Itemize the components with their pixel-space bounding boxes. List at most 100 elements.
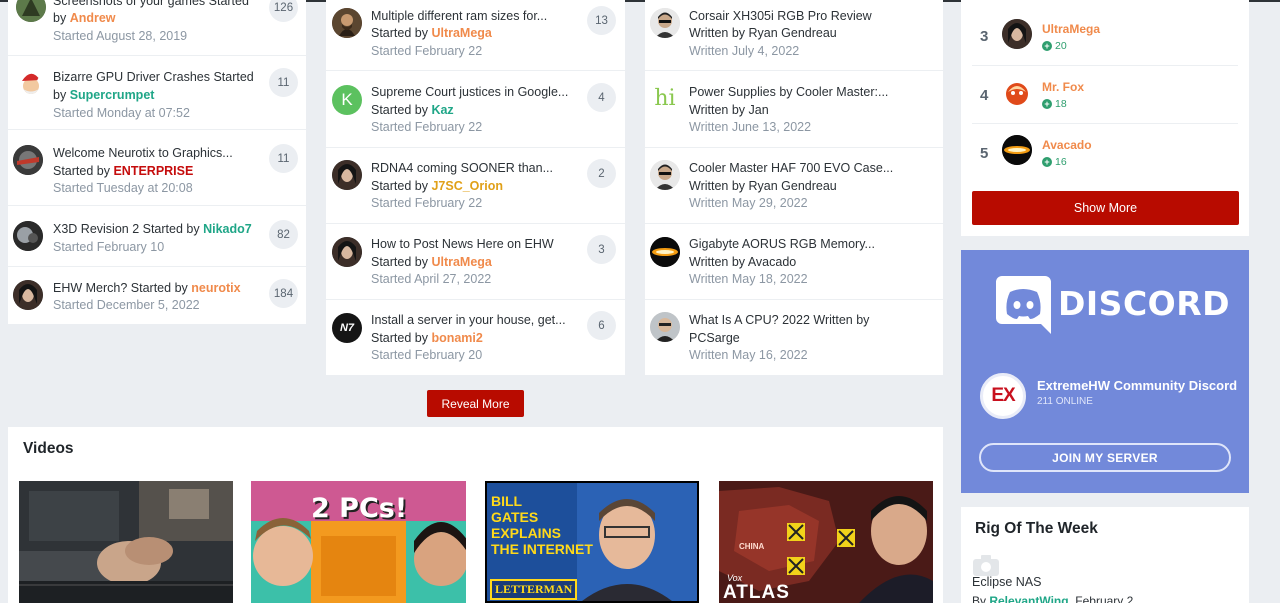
avatar[interactable] xyxy=(332,160,362,190)
article-date: Written July 4, 2022 xyxy=(689,44,800,58)
topic-row[interactable]: Bizarre GPU Driver Crashes Started by Su… xyxy=(8,55,306,129)
videos-title: Videos xyxy=(23,440,74,457)
topic-row[interactable]: RDNA4 coming SOONER than... Started by J… xyxy=(326,147,625,223)
topic-row[interactable]: Multiple different ram sizes for... Star… xyxy=(326,0,625,70)
article-title[interactable]: Cooler Master HAF 700 EVO Case... xyxy=(689,161,893,176)
article-date: Written May 18, 2022 xyxy=(689,272,808,286)
server-name: ExtremeHW Community Discord xyxy=(1037,378,1238,393)
video-thumbnail[interactable]: 2 PCs! xyxy=(251,481,466,603)
avatar[interactable] xyxy=(650,8,680,38)
author-link[interactable]: neurotix xyxy=(191,281,240,295)
topic-row[interactable]: X3D Revision 2 Started by Nikado7 Starte… xyxy=(8,205,306,266)
avatar[interactable] xyxy=(13,221,43,251)
author-link[interactable]: J7SC_Orion xyxy=(431,179,503,193)
topic-title[interactable]: Supreme Court justices in Google... xyxy=(371,85,568,100)
leader-row[interactable]: 5 Avacado +16 xyxy=(972,124,1238,180)
leader-row[interactable]: 4 Mr. Fox +18 xyxy=(972,66,1238,124)
topic-title[interactable]: RDNA4 coming SOONER than... xyxy=(371,161,553,176)
avatar[interactable] xyxy=(13,280,43,310)
author-link[interactable]: ENTERPRISE xyxy=(113,164,193,178)
topic-title[interactable]: Screenshots of your games Started xyxy=(53,0,249,9)
avatar[interactable] xyxy=(1002,78,1032,108)
avatar[interactable] xyxy=(16,69,46,99)
article-date: Written June 13, 2022 xyxy=(689,120,812,134)
topic-date: Started February 22 xyxy=(371,196,483,210)
article-title[interactable]: What Is A CPU? 2022 Written by xyxy=(689,313,869,328)
video-overlay-text: 2 PCs! xyxy=(311,493,408,524)
topic-row[interactable]: N7 Install a server in your house, get..… xyxy=(326,299,625,375)
left-topics-panel: Screenshots of your games Started by And… xyxy=(8,0,306,324)
online-count: 211 ONLINE xyxy=(1037,396,1093,407)
avatar[interactable]: N7 xyxy=(332,313,362,343)
topic-date: Started August 28, 2019 xyxy=(53,29,188,43)
video-thumbnail[interactable] xyxy=(19,481,233,603)
author-link[interactable]: bonami2 xyxy=(431,331,482,345)
leader-row[interactable]: 3 UltraMega +20 xyxy=(972,0,1238,66)
topic-title[interactable]: Welcome Neurotix to Graphics... xyxy=(53,146,233,161)
leader-reputation: +20 xyxy=(1042,40,1067,52)
avatar[interactable] xyxy=(16,0,46,22)
plus-icon: + xyxy=(1042,99,1052,109)
topic-author-line: Started by UltraMega xyxy=(371,255,492,269)
topic-title[interactable]: Multiple different ram sizes for... xyxy=(371,9,547,24)
leader-name[interactable]: Avacado xyxy=(1042,138,1092,152)
camera-icon xyxy=(973,554,999,576)
author-link[interactable]: RelevantWing xyxy=(989,594,1068,603)
article-row[interactable]: Gigabyte AORUS RGB Memory... Written by … xyxy=(645,223,943,299)
topic-title[interactable]: Install a server in your house, get... xyxy=(371,313,566,328)
avatar[interactable] xyxy=(332,237,362,267)
leader-reputation: +16 xyxy=(1042,156,1067,168)
server-icon[interactable]: EX xyxy=(980,373,1026,419)
leader-name[interactable]: UltraMega xyxy=(1042,22,1100,36)
topic-row[interactable]: EHW Merch? Started by neurotix Started D… xyxy=(8,266,306,324)
topic-author-line: X3D Revision 2 Started by Nikado7 xyxy=(53,222,252,237)
topic-title[interactable]: EHW Merch? Started by xyxy=(53,281,191,295)
author-link[interactable]: Nikado7 xyxy=(203,222,252,236)
article-title[interactable]: Corsair XH305i RGB Pro Review xyxy=(689,9,872,24)
topic-author-line: Started by J7SC_Orion xyxy=(371,179,504,193)
join-server-button[interactable]: JOIN MY SERVER xyxy=(979,443,1231,472)
avatar[interactable] xyxy=(1002,19,1032,49)
topic-title[interactable]: Bizarre GPU Driver Crashes Started xyxy=(53,70,254,85)
video-overlay-text: BILL GATES EXPLAINS THE INTERNET xyxy=(491,493,593,557)
author-link[interactable]: Kaz xyxy=(431,103,453,117)
rig-name[interactable]: Eclipse NAS xyxy=(972,575,1041,589)
avatar[interactable] xyxy=(1002,135,1032,165)
leader-reputation: +18 xyxy=(1042,98,1067,110)
video-thumbnail[interactable]: BILL GATES EXPLAINS THE INTERNET LETTERM… xyxy=(485,481,699,603)
leader-name[interactable]: Mr. Fox xyxy=(1042,80,1084,94)
reveal-more-button[interactable]: Reveal More xyxy=(427,390,524,417)
show-more-button[interactable]: Show More xyxy=(972,191,1239,225)
avatar[interactable] xyxy=(650,237,680,267)
article-title[interactable]: Gigabyte AORUS RGB Memory... xyxy=(689,237,875,252)
avatar[interactable] xyxy=(332,8,362,38)
topic-date: Started December 5, 2022 xyxy=(53,298,200,312)
discord-logo-icon xyxy=(996,276,1051,334)
topic-row[interactable]: K Supreme Court justices in Google... St… xyxy=(326,70,625,147)
author-link[interactable]: Andrew xyxy=(70,11,116,25)
author-link[interactable]: UltraMega xyxy=(431,255,491,269)
avatar[interactable]: K xyxy=(332,85,362,115)
topic-row[interactable]: Screenshots of your games Started by And… xyxy=(8,0,306,55)
topic-title[interactable]: X3D Revision 2 Started by xyxy=(53,222,203,236)
article-row[interactable]: Corsair XH305i RGB Pro Review Written by… xyxy=(645,0,943,70)
reply-count: 82 xyxy=(269,220,298,249)
avatar[interactable]: hi xyxy=(650,83,680,113)
topic-row[interactable]: Welcome Neurotix to Graphics... Started … xyxy=(8,129,306,205)
article-title[interactable]: Power Supplies by Cooler Master:... xyxy=(689,85,888,100)
article-row[interactable]: Cooler Master HAF 700 EVO Case... Writte… xyxy=(645,147,943,223)
topic-title[interactable]: How to Post News Here on EHW xyxy=(371,237,554,252)
author-link[interactable]: UltraMega xyxy=(431,26,491,40)
topic-date: Started Tuesday at 20:08 xyxy=(53,181,193,195)
plus-icon: + xyxy=(1042,41,1052,51)
avatar[interactable] xyxy=(650,160,680,190)
topic-row[interactable]: How to Post News Here on EHW Started by … xyxy=(326,223,625,299)
avatar[interactable] xyxy=(650,312,680,342)
discord-wordmark: DISCORD xyxy=(1058,284,1231,323)
reply-count: 11 xyxy=(269,68,298,97)
article-row[interactable]: hi Power Supplies by Cooler Master:... W… xyxy=(645,70,943,147)
article-row[interactable]: What Is A CPU? 2022 Written by PCSarge W… xyxy=(645,299,943,375)
avatar[interactable] xyxy=(13,145,43,175)
author-link[interactable]: Supercrumpet xyxy=(70,88,155,102)
video-thumbnail[interactable]: CHINA Vox ATLAS xyxy=(719,481,933,603)
